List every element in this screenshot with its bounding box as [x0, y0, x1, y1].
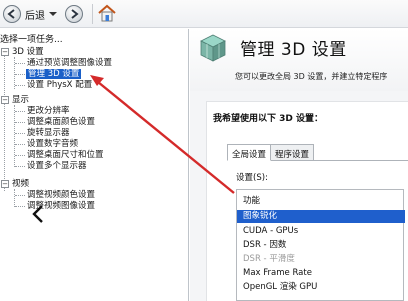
- tree-connector: [15, 144, 25, 145]
- table-row[interactable]: OpenGL 渲染 GPU: [237, 281, 405, 294]
- tree-connector: [15, 85, 25, 86]
- table-row[interactable]: DSR - 平滑度: [237, 253, 405, 266]
- tree-connector: [15, 206, 25, 207]
- settings-table[interactable]: 功能 图象锐化 CUDA - GPUs DSR - 因数 DSR - 平滑度 M…: [236, 189, 405, 301]
- tree-category-video[interactable]: − 视频: [1, 179, 29, 189]
- tree-category-display[interactable]: − 显示: [1, 95, 29, 105]
- tree-connector: [15, 195, 25, 196]
- section-heading: 我希望使用以下 3D 设置：: [213, 114, 324, 124]
- tree-connector: [15, 166, 25, 167]
- tree-category-label: 显示: [12, 95, 30, 105]
- tab-program-settings[interactable]: 程序设置: [270, 144, 315, 161]
- settings-tabs: 全局设置 程序设置: [227, 144, 315, 161]
- page-header: 管理 3D 设置 您可以更改全局 3D 设置，并建立特定程序: [190, 29, 408, 91]
- table-row[interactable]: Max Frame Rate: [237, 267, 405, 280]
- settings-label: 设置(S):: [236, 173, 268, 183]
- tree-item-desktop-color[interactable]: 调整桌面颜色设置: [27, 117, 95, 127]
- tree-connector: [15, 155, 25, 156]
- toolbar-divider: [92, 4, 93, 24]
- tree-header: 选择一项任务...: [0, 35, 63, 45]
- collapse-icon[interactable]: −: [1, 48, 9, 56]
- tree-connector: [15, 133, 25, 134]
- tab-global-settings[interactable]: 全局设置: [227, 144, 272, 161]
- back-arrow-icon: [3, 5, 21, 23]
- toolbar: 后退: [0, 0, 408, 28]
- collapse-icon[interactable]: −: [1, 96, 9, 104]
- tree-item-desktop-size-position[interactable]: 调整桌面尺寸和位置: [27, 150, 104, 160]
- page-title: 管理 3D 设置: [240, 40, 347, 60]
- forward-arrow-icon: [65, 5, 83, 23]
- tree-item-video-color[interactable]: 调整视频颜色设置: [27, 190, 95, 200]
- tree-item-change-resolution[interactable]: 更改分辨率: [27, 106, 70, 116]
- tree-item-rotate-display[interactable]: 旋转显示器: [27, 128, 70, 138]
- tree-item-physx-config[interactable]: 设置 PhysX 配置: [27, 80, 92, 90]
- content-pane: 管理 3D 设置 您可以更改全局 3D 设置，并建立特定程序 我希望使用以下 3…: [190, 29, 408, 301]
- table-row[interactable]: 图象锐化: [237, 210, 405, 223]
- column-header-feature: 功能: [243, 196, 261, 206]
- chevron-down-icon[interactable]: [48, 9, 58, 19]
- tree-connector: [4, 51, 5, 191]
- tree-item-preview-image-settings[interactable]: 通过预览调整图像设置: [27, 58, 112, 68]
- tree-connector: [15, 122, 25, 123]
- home-icon: [97, 4, 117, 25]
- page-description: 您可以更改全局 3D 设置，并建立特定程序: [235, 72, 388, 81]
- nvidia-3d-cube-icon: [198, 33, 228, 63]
- tree-connector: [14, 105, 15, 167]
- tree-connector: [15, 63, 25, 64]
- tree-category-label: 3D 设置: [12, 47, 44, 57]
- tree-category-label: 视频: [12, 179, 30, 189]
- tree-connector: [14, 189, 15, 207]
- task-tree-pane: 选择一项任务... − 3D 设置 通过预览调整图像设置 管理 3D 设置 设置…: [0, 29, 189, 301]
- tree-connector: [15, 111, 25, 112]
- tree-item-digital-audio[interactable]: 设置数字音频: [27, 139, 78, 149]
- tree-connector: [15, 74, 25, 75]
- back-label: 后退: [25, 10, 45, 22]
- tree-category-3d-settings[interactable]: − 3D 设置: [1, 47, 44, 57]
- chevron-left-icon[interactable]: [31, 204, 45, 224]
- forward-button[interactable]: [65, 3, 83, 25]
- table-row[interactable]: DSR - 因数: [237, 239, 405, 252]
- home-button[interactable]: [97, 3, 117, 25]
- collapse-icon[interactable]: −: [1, 180, 9, 188]
- table-row[interactable]: CUDA - GPUs: [237, 225, 405, 238]
- tree-item-manage-3d-settings[interactable]: 管理 3D 设置: [26, 69, 82, 79]
- tree-item-multiple-displays[interactable]: 设置多个显示器: [27, 161, 87, 171]
- back-button[interactable]: 后退: [3, 3, 58, 25]
